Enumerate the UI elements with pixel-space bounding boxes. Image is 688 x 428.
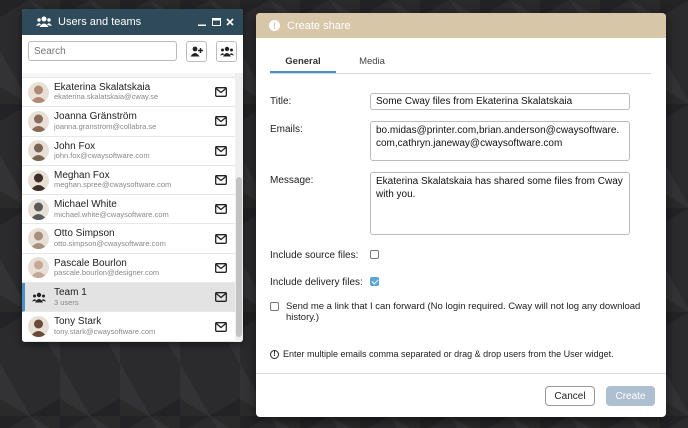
emails-label: Emails:: [270, 124, 303, 135]
users-and-teams-panel: Users and teams Search Ekaterina Skalats…: [22, 9, 243, 342]
users-panel-title: Users and teams: [58, 16, 142, 28]
info-icon: !: [270, 349, 279, 359]
mail-icon[interactable]: [215, 233, 227, 244]
dialog-header: ! Create share: [256, 13, 666, 38]
users-group-icon: [36, 16, 52, 27]
dialog-title: Create share: [287, 19, 351, 32]
user-name: Tony Stark: [54, 316, 102, 328]
user-text: Meghan Fox meghan.spree@cwaysoftware.com: [54, 169, 215, 190]
avatar: [28, 257, 49, 279]
mail-icon[interactable]: [215, 321, 227, 332]
users-toolbar: [22, 35, 243, 67]
include-delivery-label: Include delivery files:: [270, 277, 363, 288]
team-avatar: [28, 287, 49, 308]
add-team-icon: [219, 46, 234, 56]
add-team-button[interactable]: [216, 40, 237, 62]
avatar: [28, 81, 49, 103]
emails-input[interactable]: bo.midas@printer.com,brian.anderson@cway…: [370, 121, 630, 161]
user-row[interactable]: Michael White michael.white@cwaysoftware.…: [22, 195, 235, 225]
user-row[interactable]: John Fox john.fox@cwaysoftware.com: [22, 136, 235, 166]
users-list-scrollbar[interactable]: [235, 73, 243, 342]
user-email: otto.simpson@cwaysoftware.com: [54, 239, 166, 248]
mail-icon[interactable]: [215, 116, 227, 127]
tab-media[interactable]: Media: [336, 49, 408, 73]
message-input[interactable]: Ekaterina Skalatskaia has shared some fi…: [370, 172, 630, 235]
user-email: meghan.spree@cwaysoftware.com: [54, 181, 172, 190]
user-row[interactable]: Joanna Gränström joanna.granstrom@collabr…: [22, 107, 235, 137]
user-email: ekaterina.skalatskaia@cway.se: [54, 93, 159, 102]
user-row[interactable]: Otto Simpson otto.simpson@cwaysoftware.co…: [22, 224, 235, 254]
forward-link-checkbox[interactable]: [270, 302, 279, 311]
include-source-checkbox[interactable]: [370, 250, 379, 259]
create-button[interactable]: Create: [606, 386, 655, 406]
team-member-count: 3 users: [54, 298, 79, 307]
scrollbar-thumb[interactable]: [236, 177, 242, 337]
user-name: Ekaterina Skalatskaia: [54, 81, 151, 93]
hint-text: Enter multiple emails comma separated or…: [283, 349, 614, 359]
cancel-button[interactable]: Cancel: [545, 386, 595, 406]
user-row[interactable]: Tony Stark tony.stark@cwaysoftware.com: [22, 312, 235, 342]
mail-icon[interactable]: [215, 175, 227, 185]
minimize-icon[interactable]: [197, 17, 207, 27]
user-name: Pascale Bourlon: [54, 257, 127, 269]
user-text: Michael White michael.white@cwaysoftware.…: [54, 200, 215, 218]
search-input[interactable]: [28, 41, 178, 61]
users-list: Ekaterina Skalatskaia ekaterina.skalatska…: [22, 73, 235, 342]
team-row[interactable]: Team 13 users: [22, 283, 235, 313]
close-icon[interactable]: [225, 17, 235, 27]
message-label: Message:: [270, 175, 314, 186]
avatar: [28, 110, 49, 132]
user-name: Michael White: [54, 199, 117, 211]
avatar: [28, 228, 49, 250]
users-panel-header: Users and teams: [22, 9, 243, 35]
include-delivery-checkbox[interactable]: [370, 277, 379, 286]
user-text: John Fox john.fox@cwaysoftware.com: [54, 140, 215, 160]
avatar: [28, 198, 49, 220]
mail-icon[interactable]: [215, 204, 227, 215]
user-text: Otto Simpson otto.simpson@cwaysoftware.co…: [54, 229, 215, 247]
forward-link-label: Send me a link that I can forward (No lo…: [286, 301, 641, 323]
user-name: Joanna Gränström: [54, 111, 137, 123]
user-email: john.fox@cwaysoftware.com: [54, 152, 150, 160]
user-email: joanna.granstrom@collabra.se: [54, 122, 157, 131]
info-icon: !: [269, 20, 280, 31]
user-name: Otto Simpson: [54, 228, 115, 240]
maximize-icon[interactable]: [211, 17, 221, 27]
user-name: Team 1: [54, 287, 87, 299]
avatar: [28, 316, 49, 338]
mail-icon[interactable]: [215, 262, 227, 273]
user-text: Tony Stark tony.stark@cwaysoftware.com: [54, 317, 215, 335]
avatar: [28, 169, 49, 191]
dialog-tabs: General Media: [270, 49, 651, 74]
user-name: Meghan Fox: [54, 169, 110, 181]
user-text: Team 13 users: [54, 288, 215, 306]
user-email: pascale.bourlon@designer.com: [54, 269, 160, 278]
include-source-label: Include source files:: [270, 250, 359, 261]
user-name: John Fox: [54, 140, 96, 152]
mail-icon[interactable]: [215, 292, 227, 303]
user-email: tony.stark@cwaysoftware.com: [54, 327, 156, 336]
email-hint: ! Enter multiple emails comma separated …: [270, 349, 614, 359]
create-share-dialog: ! Create share General Media Title: Some…: [256, 13, 666, 417]
user-row[interactable]: Pascale Bourlon pascale.bourlon@designer.…: [22, 253, 235, 284]
title-label: Title:: [270, 96, 292, 107]
title-input[interactable]: Some Cway files from Ekaterina Skalatska…: [370, 93, 630, 110]
add-user-button[interactable]: [186, 40, 208, 62]
user-text: Joanna Gränström joanna.granstrom@collabr…: [54, 112, 215, 130]
avatar: [28, 140, 49, 162]
tab-general[interactable]: General: [270, 49, 336, 73]
user-text: Ekaterina Skalatskaia ekaterina.skalatska…: [54, 81, 215, 102]
dialog-footer: Cancel Create: [256, 373, 666, 417]
user-text: Pascale Bourlon pascale.bourlon@designer.…: [54, 257, 215, 278]
mail-icon[interactable]: [215, 145, 227, 156]
user-email: michael.white@cwaysoftware.com: [54, 210, 169, 219]
mail-icon[interactable]: [215, 87, 227, 98]
user-row[interactable]: Meghan Fox meghan.spree@cwaysoftware.com: [22, 165, 235, 196]
add-user-icon: [190, 46, 204, 56]
user-row[interactable]: Ekaterina Skalatskaia ekaterina.skalatska…: [22, 78, 235, 108]
